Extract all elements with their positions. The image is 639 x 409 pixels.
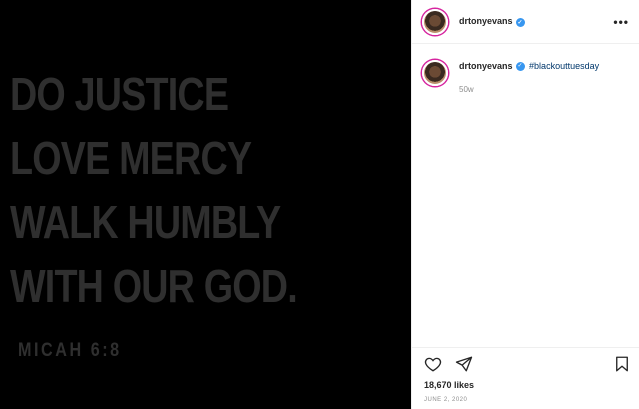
verified-badge-icon: ✓ bbox=[515, 62, 525, 72]
quote-line: WALK HUMBLY bbox=[10, 196, 281, 248]
instagram-post: DO JUSTICE LOVE MERCY WALK HUMBLY WITH O… bbox=[0, 0, 639, 409]
verified-badge-icon: ✓ bbox=[515, 17, 525, 27]
post-header: drtonyevans ✓ ••• bbox=[412, 0, 639, 44]
caption-body: drtonyevans ✓ #blackouttuesday 50w bbox=[459, 60, 599, 96]
quote-line: LOVE MERCY bbox=[10, 132, 252, 184]
post-image[interactable]: DO JUSTICE LOVE MERCY WALK HUMBLY WITH O… bbox=[0, 0, 411, 409]
quote-text: DO JUSTICE LOVE MERCY WALK HUMBLY WITH O… bbox=[10, 62, 298, 318]
action-icons bbox=[424, 355, 473, 373]
likes-count[interactable]: 18,670 likes bbox=[424, 380, 474, 390]
hashtag-link[interactable]: #blackouttuesday bbox=[529, 61, 599, 71]
quote-line: DO JUSTICE bbox=[10, 68, 229, 120]
post-date[interactable]: JUNE 2, 2020 bbox=[424, 397, 467, 403]
scripture-reference: MICAH 6:8 bbox=[18, 340, 122, 361]
more-options-icon[interactable]: ••• bbox=[613, 15, 629, 29]
avatar[interactable] bbox=[422, 60, 448, 86]
quote-line: WITH OUR GOD. bbox=[10, 260, 298, 312]
action-bar: 18,670 likes JUNE 2, 2020 bbox=[412, 347, 639, 409]
heart-icon[interactable] bbox=[424, 355, 442, 373]
bookmark-icon[interactable] bbox=[613, 355, 631, 373]
avatar[interactable] bbox=[422, 8, 448, 35]
header-username-text[interactable]: drtonyevans bbox=[459, 16, 513, 26]
header-username[interactable]: drtonyevans ✓ bbox=[459, 16, 525, 27]
paper-plane-icon[interactable] bbox=[455, 355, 473, 373]
caption-timestamp[interactable]: 50w bbox=[459, 83, 599, 96]
caption-username[interactable]: drtonyevans bbox=[459, 61, 513, 71]
caption: drtonyevans ✓ #blackouttuesday 50w bbox=[412, 44, 639, 96]
post-sidebar: drtonyevans ✓ ••• drtonyevans ✓ #blackoutt… bbox=[411, 0, 639, 409]
